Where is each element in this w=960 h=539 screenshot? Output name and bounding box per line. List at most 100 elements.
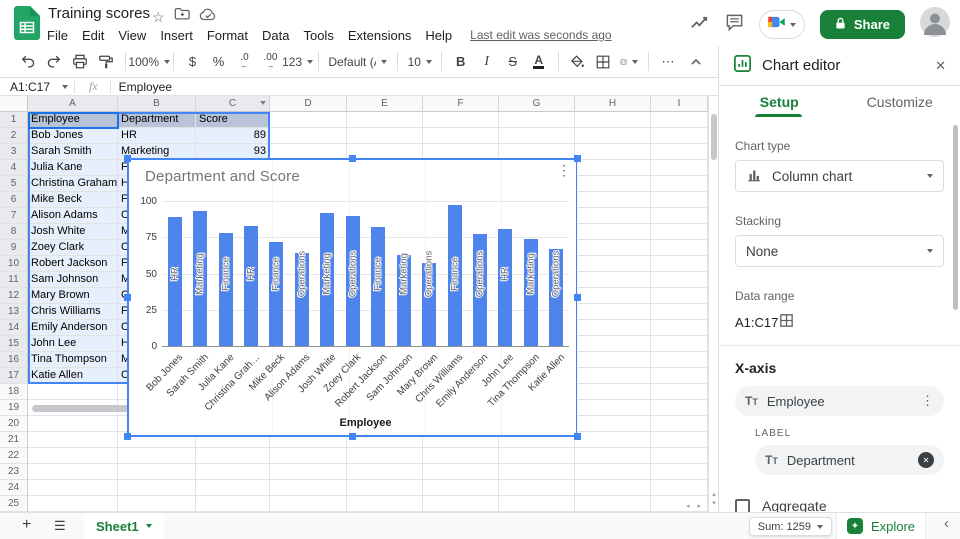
grid-cell[interactable]: [575, 240, 651, 256]
chart-resize-handle[interactable]: [574, 293, 581, 301]
grid-cell[interactable]: [575, 208, 651, 224]
grid-cell[interactable]: [651, 368, 708, 384]
grid-cell[interactable]: [651, 384, 708, 400]
row-header-14[interactable]: 14: [0, 320, 28, 336]
grid-cell[interactable]: [651, 128, 708, 144]
chart-options-icon[interactable]: ⋮: [557, 163, 571, 177]
grid-cell[interactable]: [196, 496, 270, 512]
stacking-select[interactable]: None: [735, 235, 944, 267]
grid-cell[interactable]: Mike Beck: [28, 192, 118, 208]
format-currency-button[interactable]: $: [180, 50, 204, 74]
grid-cell[interactable]: [651, 272, 708, 288]
column-dropdown-icon[interactable]: [260, 101, 266, 105]
grid-cell[interactable]: [499, 112, 575, 128]
grid-cell[interactable]: [575, 400, 651, 416]
grid-cell[interactable]: [423, 128, 499, 144]
grid-cell[interactable]: Employee: [28, 112, 118, 128]
grid-cell[interactable]: [575, 176, 651, 192]
collapse-panel-icon[interactable]: ‹: [944, 515, 949, 532]
grid-cell[interactable]: Sarah Smith: [28, 144, 118, 160]
grid-cell[interactable]: John Lee: [28, 336, 118, 352]
row-header-15[interactable]: 15: [0, 336, 28, 352]
row-header-16[interactable]: 16: [0, 352, 28, 368]
grid-cell[interactable]: [499, 496, 575, 512]
h-scroll-arrows-icon[interactable]: ◂ ▸: [686, 502, 704, 510]
chart-resize-handle[interactable]: [348, 155, 356, 162]
grid-cell[interactable]: [196, 464, 270, 480]
data-range-value[interactable]: A1:C17: [735, 315, 778, 330]
grid-cell[interactable]: [575, 304, 651, 320]
undo-button[interactable]: [16, 50, 40, 74]
grid-cell[interactable]: [575, 480, 651, 496]
column-header-B[interactable]: B: [118, 96, 196, 112]
bold-button[interactable]: B: [449, 50, 473, 74]
row-header-17[interactable]: 17: [0, 368, 28, 384]
grid-cell[interactable]: [270, 480, 347, 496]
aggregate-checkbox[interactable]: [735, 498, 750, 512]
grid-cell[interactable]: Christina Graham: [28, 176, 118, 192]
row-header-18[interactable]: 18: [0, 384, 28, 400]
row-header-13[interactable]: 13: [0, 304, 28, 320]
paint-format-button[interactable]: [94, 50, 118, 74]
chart-resize-handle[interactable]: [124, 433, 131, 440]
grid-cell[interactable]: Bob Jones: [28, 128, 118, 144]
grid-cell[interactable]: [28, 448, 118, 464]
font-size-select[interactable]: 10: [405, 50, 434, 74]
row-header-6[interactable]: 6: [0, 192, 28, 208]
column-header-F[interactable]: F: [423, 96, 499, 112]
grid-cell[interactable]: [651, 208, 708, 224]
grid-cell[interactable]: [651, 464, 708, 480]
grid-cell[interactable]: [651, 416, 708, 432]
grid-cell[interactable]: [347, 496, 423, 512]
grid-cell[interactable]: Robert Jackson: [28, 256, 118, 272]
name-box[interactable]: A1:C17: [0, 80, 74, 94]
text-color-button[interactable]: A: [527, 50, 551, 74]
avatar[interactable]: [920, 7, 950, 42]
row-header-19[interactable]: 19: [0, 400, 28, 416]
grid-cell[interactable]: [270, 448, 347, 464]
grid-cell[interactable]: [118, 464, 196, 480]
explore-button[interactable]: ✦ Explore: [836, 513, 926, 539]
grid-cell[interactable]: [499, 128, 575, 144]
menu-file[interactable]: File: [47, 28, 68, 43]
add-sheet-icon[interactable]: +: [22, 516, 31, 534]
row-header-3[interactable]: 3: [0, 144, 28, 160]
grid-cell[interactable]: [499, 480, 575, 496]
grid-cell[interactable]: [651, 160, 708, 176]
chart-resize-handle[interactable]: [124, 293, 131, 301]
grid-cell[interactable]: [575, 224, 651, 240]
zoom-select[interactable]: 100%: [128, 50, 171, 74]
vertical-scrollbar-track[interactable]: ▴ ▾: [708, 96, 718, 512]
grid-cell[interactable]: [651, 432, 708, 448]
grid-cell[interactable]: Sam Johnson: [28, 272, 118, 288]
italic-button[interactable]: I: [475, 50, 499, 74]
formula-input[interactable]: Employee: [119, 80, 172, 94]
grid-cell[interactable]: [651, 448, 708, 464]
grid-cell[interactable]: [196, 480, 270, 496]
column-header-I[interactable]: I: [651, 96, 708, 112]
insights-icon[interactable]: [689, 12, 710, 38]
grid-cell[interactable]: [575, 320, 651, 336]
fill-color-button[interactable]: [565, 50, 589, 74]
grid-cell[interactable]: [270, 128, 347, 144]
more-toolbar-button[interactable]: ⋯: [656, 50, 680, 74]
grid-cell[interactable]: [575, 496, 651, 512]
grid-cell[interactable]: [347, 480, 423, 496]
label-field[interactable]: TT Department ✕: [755, 445, 944, 475]
grid-cell[interactable]: Josh White: [28, 224, 118, 240]
print-button[interactable]: [68, 50, 92, 74]
grid-cell[interactable]: [347, 128, 423, 144]
grid-cell[interactable]: [651, 352, 708, 368]
menu-view[interactable]: View: [118, 28, 146, 43]
grid-cell[interactable]: [651, 256, 708, 272]
move-folder-icon[interactable]: [174, 6, 190, 27]
row-header-10[interactable]: 10: [0, 256, 28, 272]
grid-cell[interactable]: HR: [118, 128, 196, 144]
comment-icon[interactable]: [725, 13, 744, 37]
last-edit-status[interactable]: Last edit was seconds ago: [470, 28, 611, 42]
grid-cell[interactable]: [575, 256, 651, 272]
grid-cell[interactable]: [28, 496, 118, 512]
row-header-9[interactable]: 9: [0, 240, 28, 256]
row-header-11[interactable]: 11: [0, 272, 28, 288]
grid-cell[interactable]: [270, 112, 347, 128]
